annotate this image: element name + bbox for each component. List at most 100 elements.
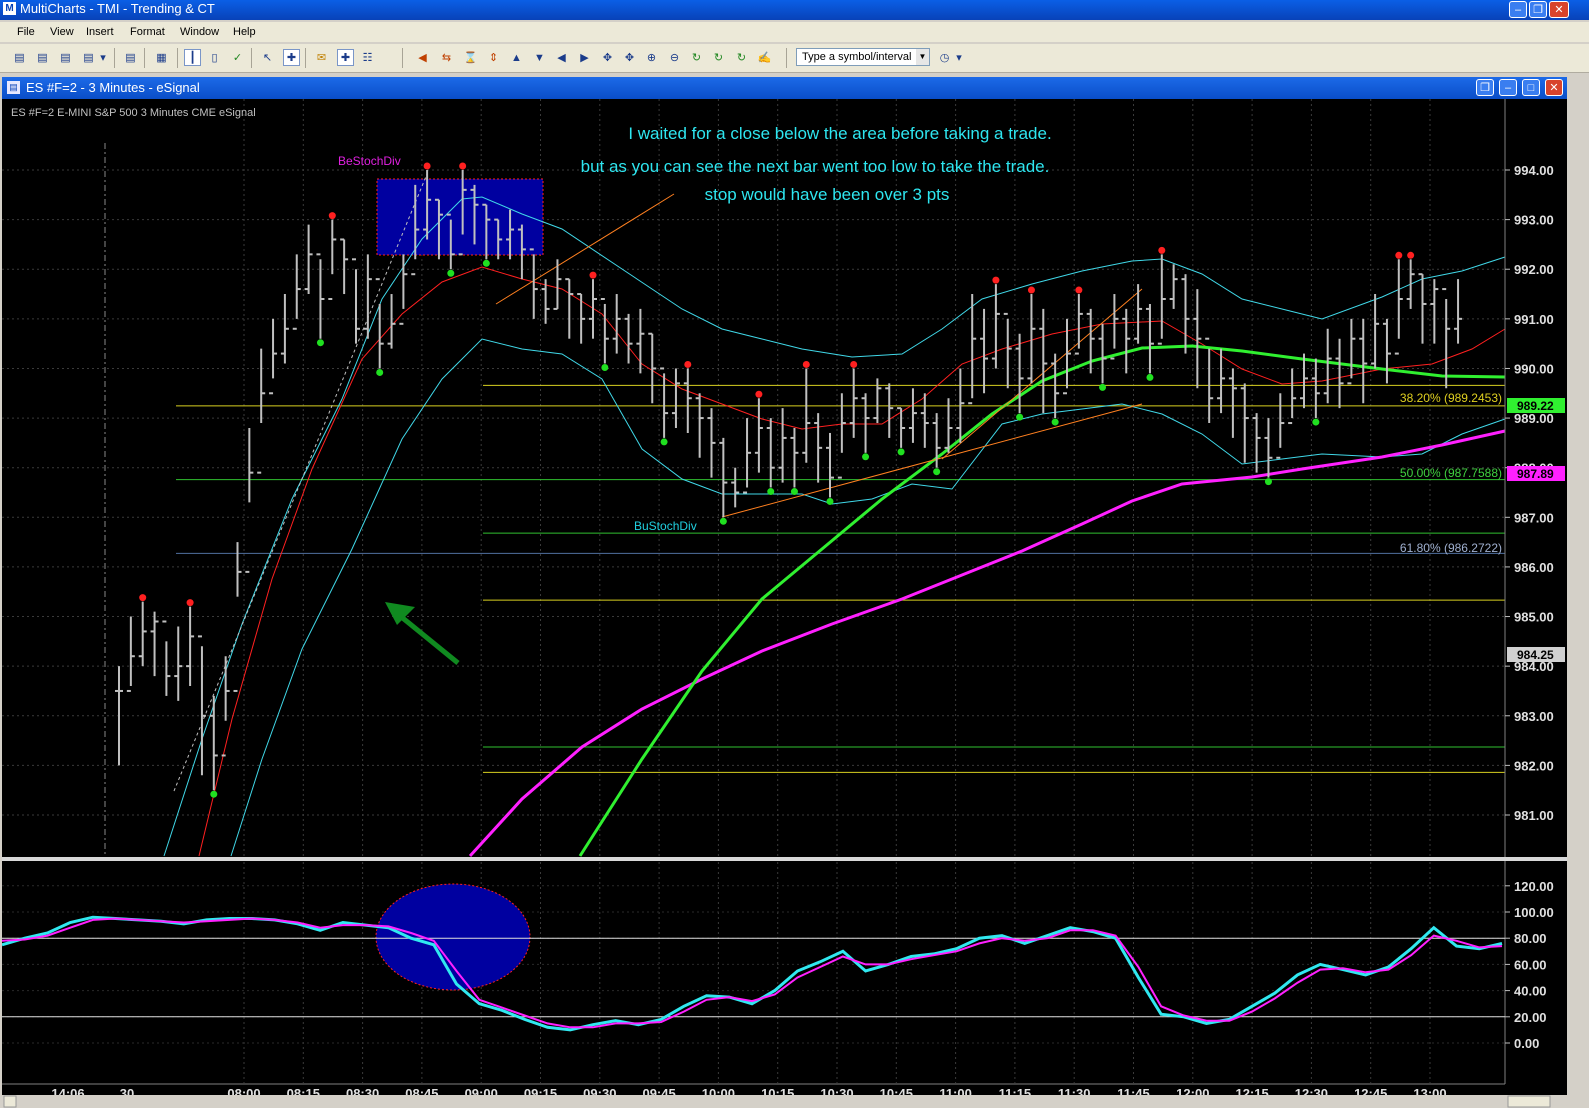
- tile-icon[interactable]: ▦: [153, 49, 170, 66]
- crosshair-icon[interactable]: ✚: [283, 49, 300, 66]
- red-signal-dot: [1407, 251, 1415, 259]
- chart-restore-down-button[interactable]: ❐: [1476, 79, 1494, 96]
- chart-info: ES #F=2 E-MINI S&P 500 3 Minutes CME eSi…: [11, 107, 256, 119]
- price-tick-label: 982.00: [1514, 758, 1554, 773]
- menu-window[interactable]: Window: [180, 26, 219, 38]
- left-icon[interactable]: ◀: [553, 49, 570, 66]
- toolbar-separator: [305, 48, 306, 68]
- red-signal-dot: [1158, 246, 1166, 254]
- menu-view[interactable]: View: [50, 26, 74, 38]
- new-chart-icon[interactable]: ▤: [11, 49, 28, 66]
- red-signal-dot: [850, 360, 858, 368]
- refresh-all-icon[interactable]: ↻: [710, 49, 727, 66]
- refresh-status-icon[interactable]: ↻: [733, 49, 750, 66]
- highlight-ellipse[interactable]: [375, 883, 531, 991]
- fit-icon[interactable]: ✥: [621, 49, 638, 66]
- menu-format[interactable]: Format: [130, 26, 165, 38]
- red-signal-dot: [186, 599, 194, 607]
- chart-maximize-button[interactable]: □: [1522, 79, 1540, 96]
- arrows-icon[interactable]: ⇆: [438, 49, 455, 66]
- minimize-button[interactable]: –: [1509, 1, 1527, 18]
- red-signal-dot: [1075, 286, 1083, 294]
- zoom-icon[interactable]: ☷: [359, 49, 376, 66]
- red-signal-dot: [423, 162, 431, 170]
- dropdown-arrow-icon[interactable]: ▾: [98, 49, 108, 66]
- price-tick-label: 983.00: [1514, 709, 1554, 724]
- comment-icon[interactable]: ✉: [313, 49, 330, 66]
- chart-canvas[interactable]: ES #F=2 E-MINI S&P 500 3 Minutes CME eSi…: [2, 99, 1567, 1108]
- stoch-tick-label: 20.00: [1514, 1010, 1547, 1025]
- app-title: MultiCharts - TMI - Trending & CT: [20, 1, 215, 16]
- toolbar-separator: [177, 48, 178, 68]
- green-signal-dot: [826, 497, 834, 505]
- green-signal-dot: [601, 364, 609, 371]
- toolbar-separator: [144, 48, 145, 68]
- zoom-out-icon[interactable]: ⊖: [666, 49, 683, 66]
- chart-background: [2, 99, 1567, 1108]
- green-signal-dot: [767, 488, 775, 496]
- toolbar-separator: [251, 48, 252, 68]
- scroll-left-button[interactable]: [3, 1095, 17, 1108]
- price-tick-label: 981.00: [1514, 808, 1554, 823]
- horizontal-scrollbar[interactable]: [2, 1095, 1567, 1108]
- menu-insert[interactable]: Insert: [86, 26, 114, 38]
- mouse-icon[interactable]: ✍: [756, 49, 773, 66]
- pointer-icon[interactable]: ↖: [259, 49, 276, 66]
- zoom-in-icon[interactable]: ⊕: [643, 49, 660, 66]
- up-arrow-icon[interactable]: ▲: [508, 49, 525, 66]
- scroll-left-icon[interactable]: ◀: [414, 49, 431, 66]
- green-signal-dot: [1099, 383, 1107, 391]
- fib-label-38: 38.20% (989.2453): [1400, 391, 1502, 405]
- toolbar-separator: [114, 48, 115, 68]
- chevron-down-icon[interactable]: ▼: [916, 49, 929, 65]
- chart-minimize-button[interactable]: –: [1499, 79, 1517, 96]
- refresh-icon[interactable]: ↻: [688, 49, 705, 66]
- print-icon[interactable]: ▤: [80, 49, 97, 66]
- fib-label-50: 50.00% (987.7588): [1400, 466, 1502, 480]
- red-signal-dot: [589, 271, 597, 279]
- stoch-tick-label: 60.00: [1514, 957, 1547, 972]
- chart-icon[interactable]: ▤: [34, 49, 51, 66]
- price-tag-magenta: 987.89: [1517, 467, 1554, 481]
- up-icon[interactable]: ⇕: [485, 49, 502, 66]
- sound-icon[interactable]: ▤: [122, 49, 139, 66]
- green-signal-dot: [719, 517, 727, 525]
- menu-bar: File View Insert Format Window Help: [0, 22, 1589, 42]
- dropdown-arrow-icon[interactable]: ▾: [954, 49, 964, 66]
- red-signal-dot: [992, 276, 1000, 284]
- symbol-input[interactable]: Type a symbol/interval ▼: [796, 48, 930, 66]
- price-tag-gray: 984.25: [1517, 648, 1554, 662]
- green-signal-dot: [1051, 418, 1059, 426]
- menu-file[interactable]: File: [17, 26, 35, 38]
- save-icon[interactable]: ▤: [57, 49, 74, 66]
- move-icon[interactable]: ✥: [599, 49, 616, 66]
- down-icon[interactable]: ▼: [531, 49, 548, 66]
- price-tick-label: 992.00: [1514, 262, 1554, 277]
- green-signal-dot: [897, 448, 905, 456]
- right-icon[interactable]: ▶: [576, 49, 593, 66]
- bars-icon[interactable]: ┃: [184, 49, 201, 66]
- candles-icon[interactable]: ▯: [206, 49, 223, 66]
- close-button[interactable]: ✕: [1549, 1, 1569, 18]
- price-tick-label: 991.00: [1514, 312, 1554, 327]
- pane-separator[interactable]: [2, 857, 1567, 861]
- price-tick-label: 986.00: [1514, 560, 1554, 575]
- check-icon[interactable]: ✓: [229, 49, 246, 66]
- stoch-tick-label: 40.00: [1514, 984, 1547, 999]
- toolbar-separator: [786, 48, 787, 68]
- hourglass-icon[interactable]: ⌛: [462, 49, 479, 66]
- menu-help[interactable]: Help: [233, 26, 256, 38]
- chart-window: ▤ ES #F=2 - 3 Minutes - eSignal ❐ – □ ✕ …: [2, 77, 1567, 1108]
- stoch-tick-label: 100.00: [1514, 905, 1554, 920]
- scroll-thumb[interactable]: [1507, 1095, 1551, 1108]
- chart-close-button[interactable]: ✕: [1545, 79, 1563, 96]
- toolbar: ▤ ▤ ▤ ▤ ▾ ▤ ▦ ┃ ▯ ✓ ↖ ✚ ✉ ✚ ☷ ◀ ⇆ ⌛ ⇕ ▲ …: [0, 44, 1589, 73]
- drawing-icon[interactable]: ✚: [337, 49, 354, 66]
- time-icon[interactable]: ◷: [936, 49, 953, 66]
- price-tick-label: 987.00: [1514, 510, 1554, 525]
- restore-button[interactable]: ❐: [1529, 1, 1547, 18]
- green-signal-dot: [447, 269, 455, 277]
- multicharts-logo-icon: M: [3, 2, 16, 15]
- red-signal-dot: [328, 212, 336, 220]
- highlight-rectangle[interactable]: [376, 178, 544, 256]
